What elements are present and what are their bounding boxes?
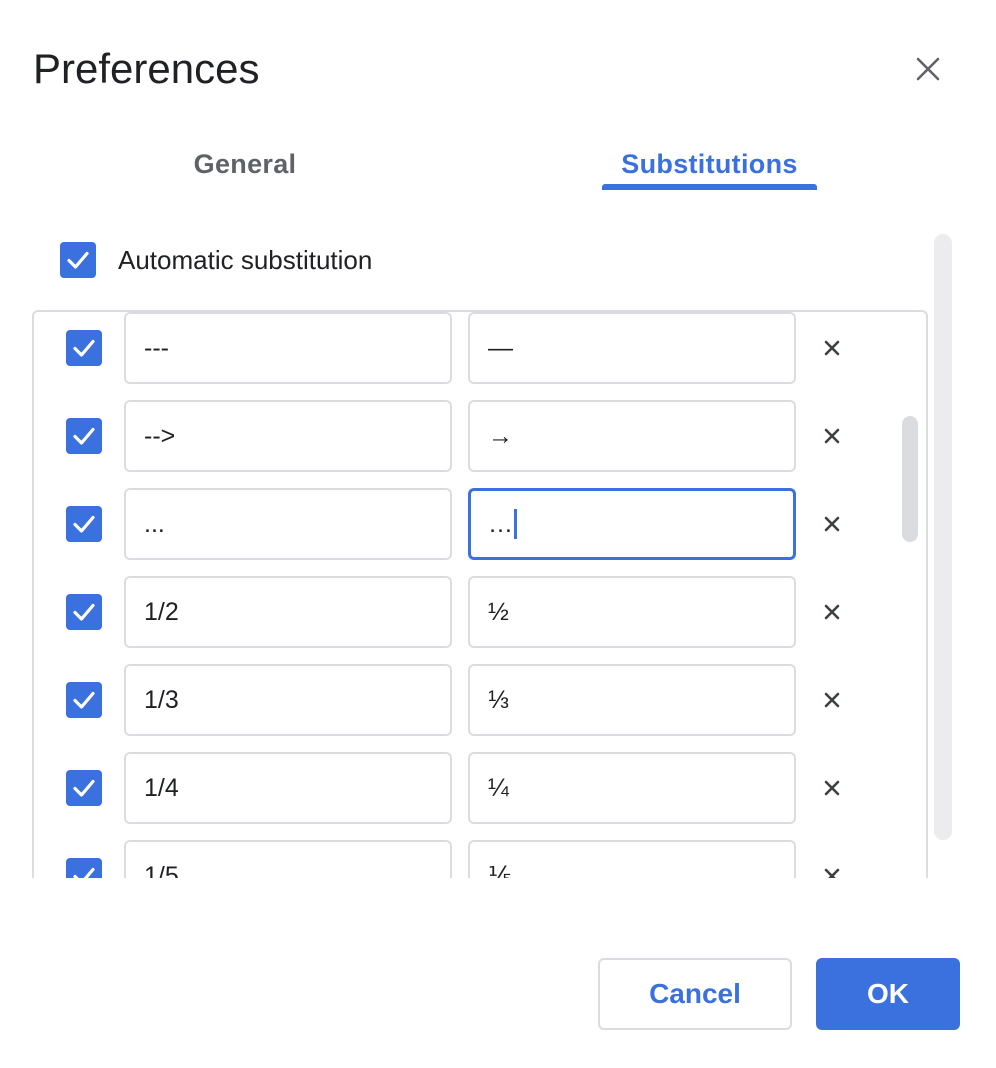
substitution-row: --- — [34,312,894,384]
close-button[interactable] [904,45,952,93]
automatic-substitution-row: Automatic substitution [60,242,372,278]
preferences-dialog: Preferences General Substitutions Automa… [0,0,996,1068]
substitution-row: 1/4 ¼ [34,752,894,824]
ok-button[interactable]: OK [816,958,960,1030]
with-input[interactable]: ⅓ [468,664,796,736]
substitution-row: 1/3 ⅓ [34,664,894,736]
check-icon [73,339,95,357]
with-value: ½ [488,597,509,626]
text-caret [514,509,517,539]
replace-input[interactable]: 1/3 [124,664,452,736]
substitution-enabled-checkbox[interactable] [66,418,102,454]
replace-input[interactable]: 1/4 [124,752,452,824]
check-icon [73,867,95,878]
with-input[interactable]: ⅕ [468,840,796,878]
check-icon [73,691,95,709]
close-icon [824,340,840,356]
replace-value: --- [144,333,169,362]
substitution-enabled-checkbox[interactable] [66,506,102,542]
substitution-list: --- — --> → ... … 1/2 ½ 1/3 ⅓ 1/4 ¼ 1/5 … [32,310,928,878]
substitution-row: ... … [34,488,894,560]
delete-substitution-button[interactable] [814,330,850,366]
substitution-enabled-checkbox[interactable] [66,682,102,718]
automatic-substitution-checkbox[interactable] [60,242,96,278]
replace-input[interactable]: ... [124,488,452,560]
delete-substitution-button[interactable] [814,858,850,878]
check-icon [73,515,95,533]
tab-general[interactable]: General [150,138,340,190]
close-icon [916,57,940,81]
with-value: ¼ [488,773,509,802]
substitution-enabled-checkbox[interactable] [66,770,102,806]
replace-value: 1/2 [144,597,179,626]
replace-input[interactable]: --> [124,400,452,472]
substitution-row: --> → [34,400,894,472]
with-input-focused[interactable]: … [468,488,796,560]
replace-value: 1/3 [144,685,179,714]
close-icon [824,780,840,796]
automatic-substitution-label: Automatic substitution [118,244,373,275]
substitution-row: 1/5 ⅕ [34,840,894,878]
dialog-title: Preferences [33,45,260,92]
delete-substitution-button[interactable] [814,506,850,542]
with-value: ⅕ [488,862,513,878]
check-icon [73,779,95,797]
substitution-enabled-checkbox[interactable] [66,858,102,878]
substitution-enabled-checkbox[interactable] [66,594,102,630]
substitution-enabled-checkbox[interactable] [66,330,102,366]
replace-value: 1/5 [144,861,179,879]
active-tab-indicator [602,184,817,190]
tab-substitutions[interactable]: Substitutions [602,138,817,190]
substitution-row: 1/2 ½ [34,576,894,648]
delete-substitution-button[interactable] [814,418,850,454]
cancel-button[interactable]: Cancel [598,958,792,1030]
with-input[interactable]: — [468,312,796,384]
outer-scrollbar[interactable] [934,234,952,840]
close-icon [824,604,840,620]
delete-substitution-button[interactable] [814,770,850,806]
close-icon [824,428,840,444]
replace-value: 1/4 [144,773,179,802]
check-icon [73,603,95,621]
with-value: — [488,333,513,362]
check-icon [67,251,89,269]
list-scrollbar-thumb[interactable] [902,416,918,542]
with-input[interactable]: → [468,400,796,472]
close-icon [824,692,840,708]
check-icon [73,427,95,445]
with-input[interactable]: ¼ [468,752,796,824]
with-input[interactable]: ½ [468,576,796,648]
close-icon [824,516,840,532]
replace-value: --> [144,421,176,450]
delete-substitution-button[interactable] [814,594,850,630]
replace-value: ... [144,509,165,538]
delete-substitution-button[interactable] [814,682,850,718]
replace-input[interactable]: --- [124,312,452,384]
with-value: … [488,509,513,538]
with-value: → [488,421,513,450]
with-value: ⅓ [488,685,509,714]
replace-input[interactable]: 1/2 [124,576,452,648]
replace-input[interactable]: 1/5 [124,840,452,878]
close-icon [824,868,840,878]
